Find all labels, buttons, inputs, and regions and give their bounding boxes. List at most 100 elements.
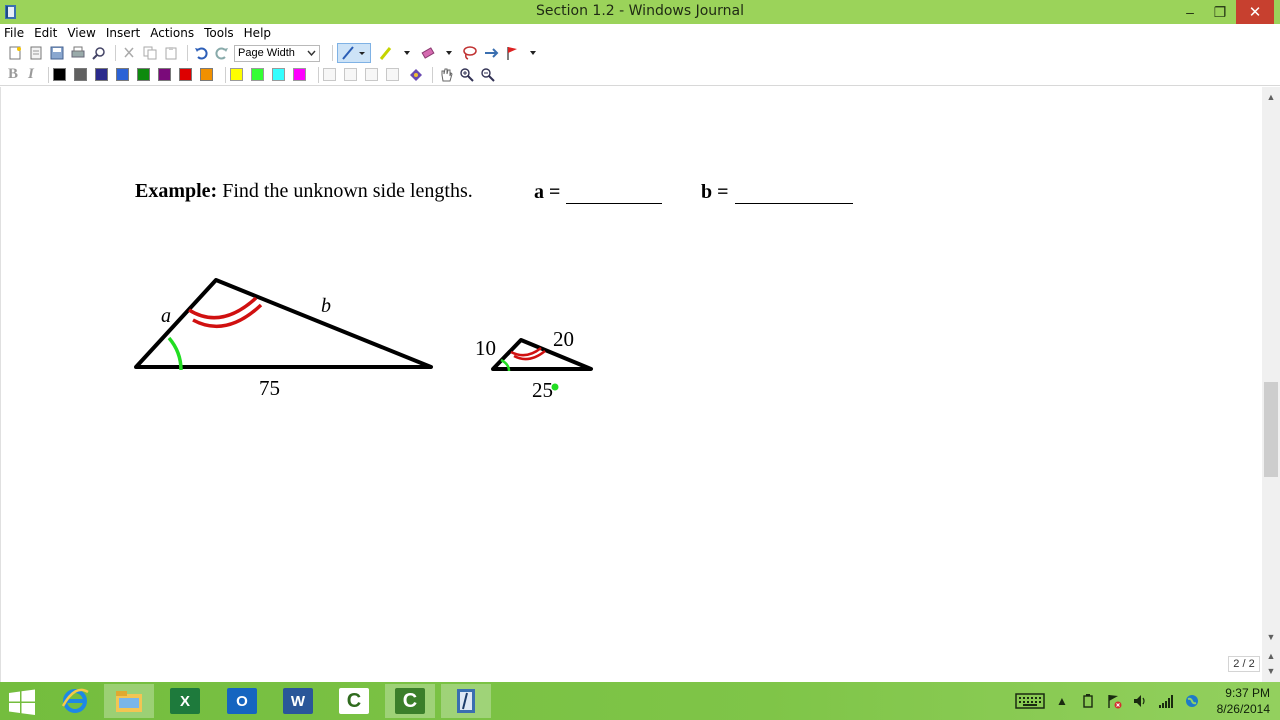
action-center-flag-icon[interactable] [1104, 693, 1124, 709]
chevron-down-icon[interactable] [524, 44, 542, 62]
page-down-icon[interactable]: ▼ [1262, 664, 1280, 678]
toolbar-separator [317, 66, 319, 83]
pen-color-group [52, 68, 221, 81]
taskbar-file-explorer[interactable] [104, 684, 154, 718]
flag-icon[interactable] [503, 44, 521, 62]
highlighter-color-swatch[interactable] [229, 68, 243, 81]
answer-a: a = [534, 181, 663, 204]
example-prompt: Example: Find the unknown side lengths. [135, 180, 473, 203]
system-tray: ▲ 9:37 PM 8/26/2014 [1014, 682, 1280, 720]
copy-icon[interactable] [141, 44, 159, 62]
highlighter-color-swatch[interactable] [292, 68, 306, 81]
touch-keyboard-icon[interactable] [1014, 693, 1046, 709]
scroll-thumb[interactable] [1264, 382, 1278, 477]
taskbar-excel[interactable]: X [160, 684, 210, 718]
chevron-down-icon[interactable] [398, 44, 416, 62]
pen-color-swatch[interactable] [136, 68, 150, 81]
save-icon[interactable] [48, 44, 66, 62]
menu-file[interactable]: File [4, 26, 24, 40]
note-page[interactable]: Example: Find the unknown side lengths. … [0, 87, 1262, 682]
taskbar-clock[interactable]: 9:37 PM 8/26/2014 [1208, 685, 1280, 717]
network-signal-icon[interactable] [1156, 693, 1176, 709]
chevron-down-icon[interactable] [356, 45, 368, 61]
cut-icon[interactable] [120, 44, 138, 62]
zoom-out-icon[interactable] [479, 66, 497, 84]
answer-b-label: b = [701, 181, 729, 203]
eraser-icon[interactable] [419, 44, 437, 62]
palette-icon[interactable] [407, 66, 425, 84]
camtasia-studio-icon: C [395, 688, 425, 714]
volume-icon[interactable] [1130, 693, 1150, 709]
taskbar-outlook[interactable]: O [217, 684, 267, 718]
vertical-scrollbar[interactable]: ▲ ▼ ▲ ▼ [1262, 87, 1280, 682]
pan-hand-icon[interactable] [437, 66, 455, 84]
word-icon: W [283, 688, 313, 714]
scroll-down-arrow-icon[interactable]: ▼ [1262, 630, 1280, 644]
pen-color-swatch[interactable] [199, 68, 213, 81]
menu-help[interactable]: Help [244, 26, 271, 40]
taskbar-word[interactable]: W [273, 684, 323, 718]
pen-tool-button[interactable] [337, 43, 371, 63]
close-button[interactable]: ✕ [1236, 0, 1274, 24]
excel-icon: X [170, 688, 200, 714]
page-up-icon[interactable]: ▲ [1262, 649, 1280, 663]
zoom-dropdown[interactable]: Page Width [234, 44, 320, 62]
outlook-icon: O [227, 688, 257, 714]
side-label-a: a [161, 305, 171, 327]
find-icon[interactable] [90, 44, 108, 62]
menu-view[interactable]: View [67, 26, 95, 40]
answer-b: b = [701, 181, 853, 204]
lasso-icon[interactable] [461, 44, 479, 62]
new-note-icon[interactable] [6, 44, 24, 62]
highlighter-color-swatch[interactable] [271, 68, 285, 81]
paste-icon[interactable] [162, 44, 180, 62]
globe-icon[interactable] [1182, 693, 1202, 709]
highlighter-color-swatch[interactable] [250, 68, 264, 81]
taskbar-internet-explorer[interactable] [50, 684, 100, 718]
pen-color-swatch[interactable] [73, 68, 87, 81]
pen-toolbar: B I [0, 64, 1280, 86]
pen-color-swatch[interactable] [178, 68, 192, 81]
minimize-button[interactable]: – [1174, 0, 1206, 24]
redo-icon[interactable] [213, 44, 231, 62]
highlighter-icon[interactable] [377, 44, 395, 62]
show-hidden-icons-icon[interactable]: ▲ [1052, 693, 1072, 709]
menu-bar: File Edit View Insert Actions Tools Help [0, 24, 1280, 42]
power-icon[interactable] [1078, 693, 1098, 709]
pen-width-thick[interactable] [364, 68, 378, 81]
menu-edit[interactable]: Edit [34, 26, 57, 40]
answer-a-blank [566, 182, 663, 204]
pen-color-swatch[interactable] [115, 68, 129, 81]
zoom-in-icon[interactable] [458, 66, 476, 84]
bold-button[interactable]: B [8, 66, 18, 83]
pen-width-marker[interactable] [385, 68, 399, 81]
insert-space-icon[interactable] [482, 44, 500, 62]
pen-color-swatch[interactable] [94, 68, 108, 81]
menu-insert[interactable]: Insert [106, 26, 140, 40]
new-from-template-icon[interactable] [27, 44, 45, 62]
windows-taskbar: X O W C C ▲ 9:37 PM 8/26/2014 [0, 682, 1280, 720]
undo-icon[interactable] [192, 44, 210, 62]
toolbar-separator [431, 66, 433, 83]
menu-actions[interactable]: Actions [150, 26, 194, 40]
answer-b-blank [734, 182, 853, 204]
taskbar-camtasia-studio[interactable]: C [385, 684, 435, 718]
pen-color-swatch[interactable] [52, 68, 66, 81]
pen-color-swatch[interactable] [157, 68, 171, 81]
maximize-button[interactable]: ❐ [1204, 0, 1236, 24]
standard-toolbar: Page Width [0, 42, 1280, 64]
chevron-down-icon[interactable] [440, 44, 458, 62]
zoom-value: Page Width [238, 47, 295, 59]
print-icon[interactable] [69, 44, 87, 62]
pen-width-fine[interactable] [322, 68, 336, 81]
clock-time: 9:37 PM [1225, 686, 1270, 700]
side-label-20: 20 [553, 327, 574, 351]
taskbar-camtasia-recorder[interactable]: C [329, 684, 379, 718]
menu-tools[interactable]: Tools [204, 26, 234, 40]
start-button-icon[interactable] [6, 688, 38, 716]
scroll-up-arrow-icon[interactable]: ▲ [1262, 90, 1280, 104]
italic-button[interactable]: I [28, 66, 34, 83]
toolbar-separator [47, 66, 49, 83]
pen-width-medium[interactable] [343, 68, 357, 81]
taskbar-windows-journal[interactable] [441, 684, 491, 718]
